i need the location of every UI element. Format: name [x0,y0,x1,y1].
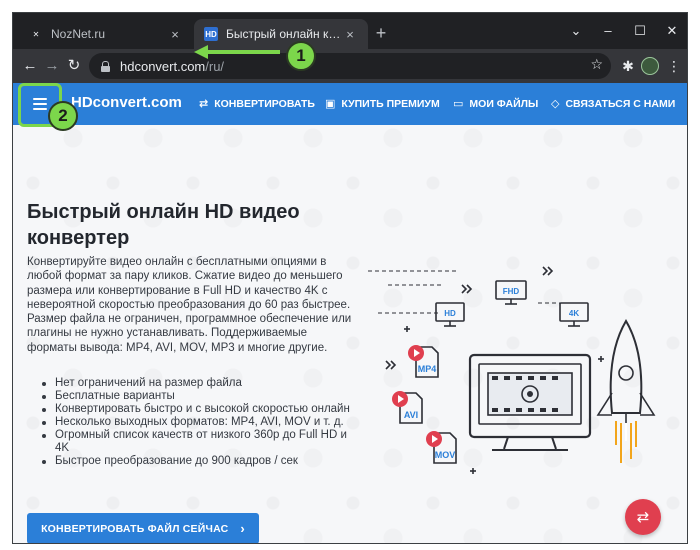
list-item: Конвертировать быстро и с высокой скорос… [27,403,359,416]
fhd-label: FHD [503,287,520,296]
annotation-badge-1: 1 [286,41,316,71]
list-item: Несколько выходных форматов: MP4, AVI, M… [27,416,359,429]
url-path: /ru/ [205,58,225,74]
browser-window: ✕ NozNet.ru × HD Быстрый онлайн конверте… [12,12,688,544]
nav-label: МОИ ФАЙЛЫ [469,97,539,110]
mp4-label: MP4 [418,364,437,374]
nav-label: СВЯЗАТЬСЯ С НАМИ [565,97,676,110]
convert-file-now-button[interactable]: КОНВЕРТИРОВАТЬ ФАЙЛ СЕЙЧАС › [27,513,259,543]
maximize-button[interactable]: ☐ [625,19,655,43]
swap-icon: ⇄ [199,98,209,110]
site-navbar: HDconvert.com ⇄ КОНВЕРТИРОВАТЬ ▣ КУПИТЬ ПР… [13,83,687,125]
close-icon[interactable]: × [167,27,183,42]
nav-contact-us[interactable]: ◇ СВЯЗАТЬСЯ С НАМИ [551,97,676,111]
tab-title: NozNet.ru [51,27,106,41]
back-arrow-icon[interactable]: ← [19,55,41,77]
list-item: Быстрое преобразование до 900 кадров / с… [27,455,359,468]
converter-illustration: HD FHD 4K MP4 AVI MOV [368,266,656,474]
nav-buy-premium[interactable]: ▣ КУПИТЬ ПРЕМИУМ [325,97,440,111]
cta-label: КОНВЕРТИРОВАТЬ ФАЙЛ СЕЙЧАС [41,522,229,535]
site-logo[interactable]: HDconvert.com [71,94,182,111]
lock-icon [101,60,110,72]
address-bar[interactable]: hdconvert.com/ru/ ☆ [89,53,611,79]
hero-description: Конвертируйте видео онлайн с бесплатными… [27,256,352,354]
page-title: Быстрый онлайн HD видео конвертер [27,201,300,249]
list-item: Бесплатные варианты [27,390,359,403]
chevron-right-icon: › [240,521,245,536]
tab-noznet[interactable]: ✕ NozNet.ru × [19,19,193,49]
web-page: HDconvert.com ⇄ КОНВЕРТИРОВАТЬ ▣ КУПИТЬ ПР… [13,83,687,543]
annotation-arrow [194,45,280,59]
nav-convert[interactable]: ⇄ КОНВЕРТИРОВАТЬ [199,97,315,111]
avi-label: AVI [404,410,418,420]
folder-icon: ▭ [453,98,464,110]
hd-favicon-icon: HD [204,27,218,41]
extensions-puzzle-icon[interactable]: ✱ [617,55,639,77]
reload-icon[interactable]: ↻ [63,55,85,77]
diamond-icon: ◇ [551,98,560,110]
mov-label: MOV [435,450,456,460]
noznet-favicon-icon: ✕ [32,29,40,39]
list-item: Огромный список качеств от низкого 360p … [27,429,359,455]
convert-swap-fab-button[interactable]: ⇄ [625,499,661,535]
nav-my-files[interactable]: ▭ МОИ ФАЙЛЫ [453,97,539,111]
4k-label: 4K [569,309,579,318]
close-icon[interactable]: × [342,27,358,42]
forward-arrow-icon[interactable]: → [41,55,63,77]
nav-label: КУПИТЬ ПРЕМИУМ [341,97,440,110]
tab-title: Быстрый онлайн конвертер вид [226,27,342,41]
url-host: hdconvert.com [120,58,206,74]
bookmark-star-icon[interactable]: ☆ [590,56,603,73]
profile-avatar[interactable] [641,57,659,75]
bag-icon: ▣ [325,98,336,110]
feature-list: Нет ограничений на размер файла Бесплатн… [27,377,359,468]
tab-strip: ✕ NozNet.ru × HD Быстрый онлайн конверте… [13,13,687,49]
nav-label: КОНВЕРТИРОВАТЬ [214,97,315,110]
tab-search-icon[interactable]: ⌄ [561,19,591,43]
window-close-button[interactable]: ✕ [657,19,687,43]
list-item: Нет ограничений на размер файла [27,377,359,390]
new-tab-button[interactable]: + [371,23,391,43]
hd-label: HD [444,309,456,318]
annotation-badge-2: 2 [48,101,78,131]
minimize-button[interactable]: – [593,19,623,43]
browser-toolbar: ← → ↻ hdconvert.com/ru/ ☆ ✱ ⋮ [13,49,687,83]
menu-kebab-icon[interactable]: ⋮ [663,55,685,77]
